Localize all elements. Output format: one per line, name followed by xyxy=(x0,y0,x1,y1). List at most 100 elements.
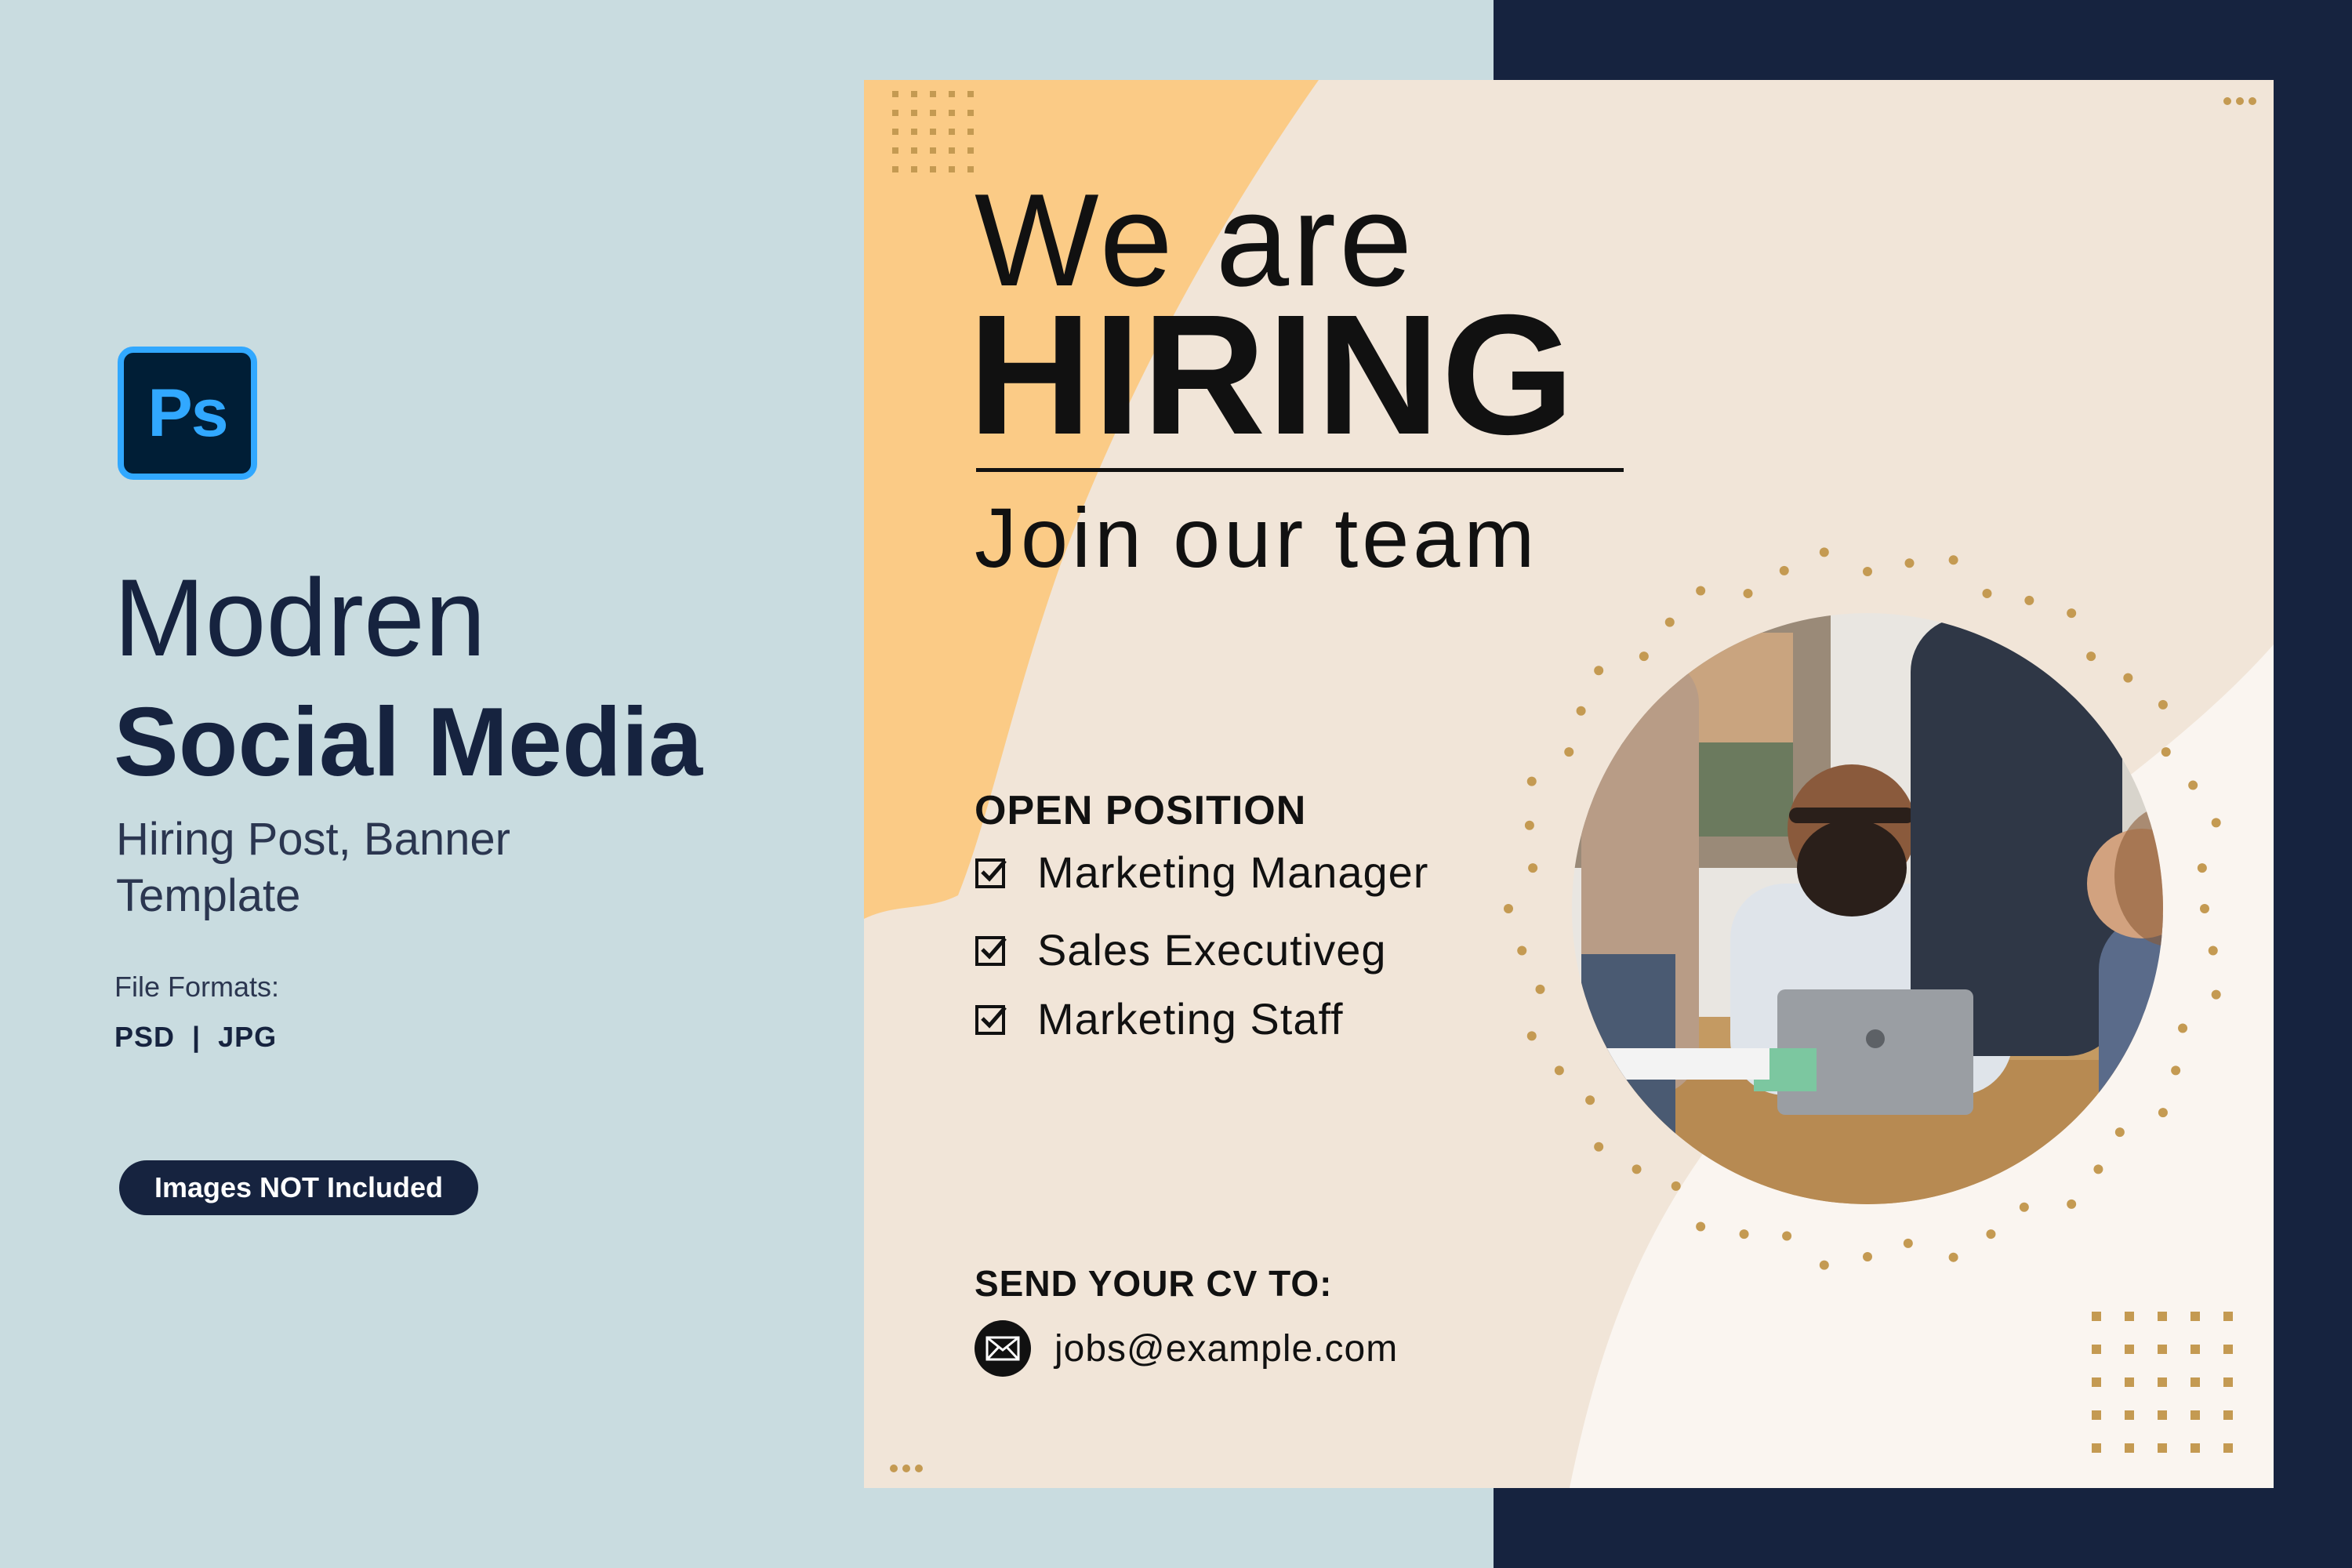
decorative-dot xyxy=(1782,1231,1792,1241)
send-cv-title: SEND YOUR CV TO: xyxy=(975,1263,1333,1304)
decorative-dot xyxy=(2190,1345,2200,1354)
decorative-dot xyxy=(2086,652,2096,662)
decorative-dot xyxy=(892,129,898,135)
email-contact[interactable]: jobs@example.com xyxy=(975,1320,1398,1377)
decorative-dot xyxy=(2158,1108,2168,1118)
decorative-dot xyxy=(2190,1377,2200,1387)
decorative-dot xyxy=(2161,747,2171,757)
decorative-dot xyxy=(2158,1410,2167,1420)
decorative-dot xyxy=(967,147,974,154)
position-label: Marketing Staff xyxy=(1037,994,1344,1044)
decorative-dot xyxy=(949,129,955,135)
decorative-dot xyxy=(2093,1164,2103,1174)
hiring-post-card: We are HIRING Join our team OPEN POSITIO… xyxy=(864,80,2274,1488)
decorative-dot xyxy=(1948,555,1958,565)
position-item: Marketing Manager xyxy=(975,847,1428,898)
decorative-dot xyxy=(2092,1312,2101,1321)
decorative-dot xyxy=(2171,1065,2181,1076)
decorative-dot xyxy=(911,147,917,154)
decorative-dot xyxy=(1743,588,1753,598)
checkbox-icon xyxy=(975,858,1007,888)
decorative-dot xyxy=(967,129,974,135)
decorative-dot xyxy=(2125,1312,2134,1321)
checkbox-icon xyxy=(975,1004,1007,1035)
decorative-dot xyxy=(2211,818,2221,828)
team-photo xyxy=(1504,547,2221,1270)
product-title-line1: Modren xyxy=(114,556,486,679)
decorative-dot xyxy=(2125,1410,2134,1420)
decorative-dot xyxy=(911,110,917,116)
decorative-dot xyxy=(911,129,917,135)
decorative-dot xyxy=(2208,946,2218,956)
decorative-dot xyxy=(949,147,955,154)
position-label: Marketing Manager xyxy=(1037,848,1429,897)
decorative-dot xyxy=(1664,617,1675,627)
decorative-dot xyxy=(2125,1345,2134,1354)
decorative-dot xyxy=(1526,776,1537,786)
product-subtitle: Hiring Post, Banner Template xyxy=(116,814,510,921)
decorative-dot xyxy=(892,166,898,172)
decorative-dot xyxy=(1594,666,1604,676)
decorative-dot xyxy=(930,147,936,154)
decorative-dot xyxy=(1594,1142,1604,1152)
decorative-dot xyxy=(949,166,955,172)
decorative-dot xyxy=(2178,1023,2188,1033)
position-label: Sales Executiveg xyxy=(1037,925,1387,975)
decorative-dot xyxy=(2190,1312,2200,1321)
decorative-dot xyxy=(2158,1377,2167,1387)
decorative-dot xyxy=(911,91,917,97)
decorative-dot xyxy=(2123,673,2133,683)
decorative-dot xyxy=(1524,820,1534,830)
decorative-dot xyxy=(2158,699,2168,710)
decorative-dot xyxy=(1863,567,1872,576)
decorative-dot xyxy=(2223,1377,2233,1387)
decorative-dot xyxy=(1948,1252,1958,1262)
decorative-dot xyxy=(1904,558,1915,568)
decorative-dot xyxy=(930,110,936,116)
decorative-dot xyxy=(1517,946,1527,956)
decorative-dot xyxy=(2223,1345,2233,1354)
decorative-dot xyxy=(1986,1229,1996,1240)
decorative-dot xyxy=(2190,1443,2200,1453)
decorative-dot xyxy=(2125,1377,2134,1387)
decorative-dot xyxy=(2200,904,2209,913)
decorative-dot xyxy=(1554,1065,1564,1076)
decorative-dot xyxy=(892,147,898,154)
decorative-dot xyxy=(892,91,898,97)
envelope-icon xyxy=(975,1320,1031,1377)
decorative-dot xyxy=(1739,1229,1749,1240)
decorative-dot xyxy=(2092,1443,2101,1453)
decorative-dot xyxy=(2158,1345,2167,1354)
decorative-dot xyxy=(2067,608,2077,619)
decorative-dot xyxy=(1585,1095,1595,1105)
decorative-dot xyxy=(2125,1443,2134,1453)
decorative-dot xyxy=(2223,1312,2233,1321)
decorative-dot xyxy=(2067,1199,2077,1209)
email-address[interactable]: jobs@example.com xyxy=(1054,1327,1398,1370)
decorative-dot xyxy=(1696,586,1706,596)
decorative-dot xyxy=(2092,1410,2101,1420)
decorative-dot xyxy=(967,166,974,172)
decorative-dot xyxy=(1564,747,1574,757)
file-formats-label: File Formats: xyxy=(114,971,280,1003)
decorative-dot xyxy=(1528,863,1538,873)
decorative-dot xyxy=(1576,706,1586,716)
headline-divider xyxy=(976,468,1624,472)
decorative-dot xyxy=(949,110,955,116)
decorative-dot xyxy=(2211,989,2221,1000)
decorative-dot xyxy=(2223,1443,2233,1453)
decorative-dot xyxy=(930,129,936,135)
decorative-dot xyxy=(1819,547,1829,557)
decorative-dot xyxy=(1535,984,1545,994)
photoshop-icon: Ps xyxy=(118,347,257,480)
position-item: Sales Executiveg xyxy=(975,924,1387,975)
decorative-dot xyxy=(1671,1181,1681,1191)
decorative-dot xyxy=(2114,1127,2125,1138)
decorative-dot xyxy=(2019,1202,2029,1212)
decorative-dot xyxy=(2223,1410,2233,1420)
decorative-dot xyxy=(2188,780,2198,790)
decorative-dot xyxy=(930,166,936,172)
file-formats-value: PSD | JPG xyxy=(114,1021,278,1053)
decorative-dot xyxy=(1696,1221,1706,1232)
decorative-dot xyxy=(967,91,974,97)
